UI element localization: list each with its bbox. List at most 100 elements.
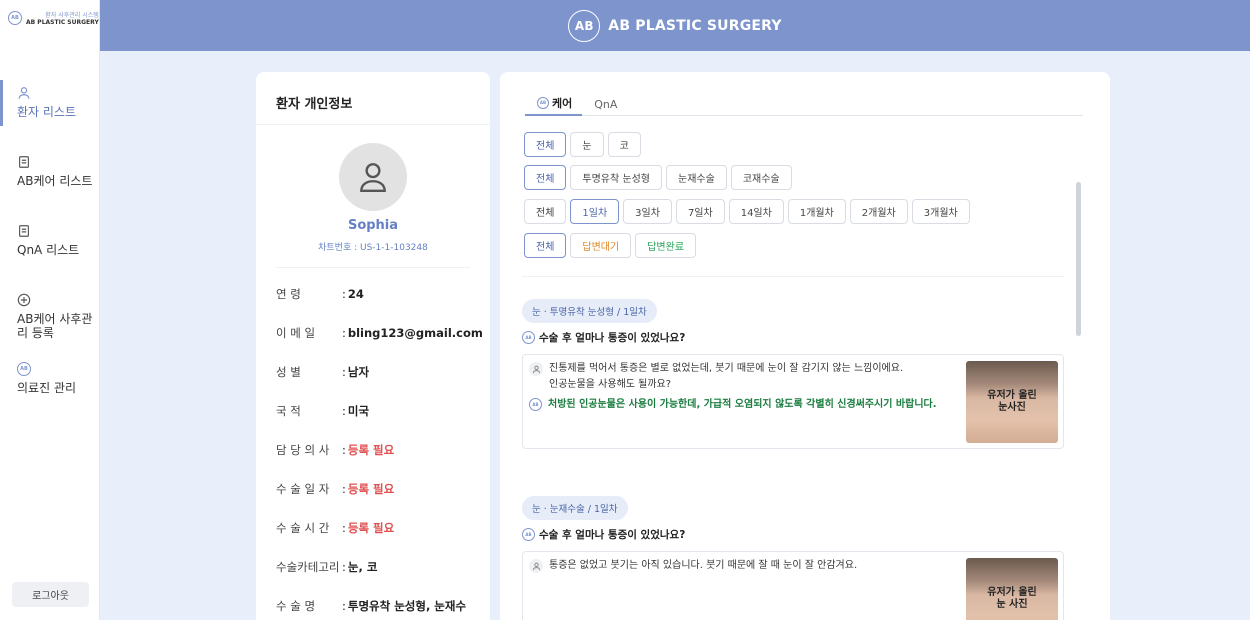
plus-circle-icon bbox=[17, 293, 31, 307]
qa-tag: 눈 · 눈재수술 / 1일차 bbox=[522, 496, 628, 520]
photo-caption: 유저가 올린 눈사진 bbox=[987, 390, 1037, 413]
tab-qna[interactable]: QnA bbox=[582, 92, 627, 116]
info-label: 수술카테고리 bbox=[276, 560, 340, 574]
qa-question: AB 수술 후 얼마나 통증이 있었나요? bbox=[522, 527, 685, 542]
filter-chip[interactable]: 코 bbox=[607, 132, 641, 157]
header-brand[interactable]: AB AB PLASTIC SURGERY bbox=[568, 9, 782, 42]
info-row: 성 별: 남자 bbox=[276, 365, 370, 379]
filter-chip[interactable]: 눈 bbox=[570, 132, 604, 157]
sidebar-brand-name: AB PLASTIC SURGERY bbox=[26, 19, 99, 26]
top-header: AB AB PLASTIC SURGERY bbox=[100, 0, 1250, 51]
filter-chip[interactable]: 3일차 bbox=[623, 199, 672, 224]
info-value: 남자 bbox=[347, 365, 370, 379]
sidebar-item-qna-list[interactable]: QnA 리스트 bbox=[0, 218, 100, 287]
sidebar-item-label: 의료진 관리 bbox=[17, 381, 77, 395]
sidebar-item-label: AB케어 사후관리 등록 bbox=[17, 312, 93, 340]
info-label: 수 술 명 bbox=[276, 599, 316, 613]
filter-chip-done[interactable]: 답변완료 bbox=[635, 233, 697, 258]
info-label: 국 적 bbox=[276, 404, 301, 418]
document-icon bbox=[19, 156, 29, 168]
care-card: AB 케어 QnA 전체 눈 코 전체 투명유착 눈성형 눈재수술 코재수술 전… bbox=[500, 72, 1110, 620]
qa-tag: 눈 · 투명유착 눈성형 / 1일차 bbox=[522, 299, 657, 323]
info-label: 수 술 시 간 bbox=[276, 521, 330, 535]
info-label: 성 별 bbox=[276, 365, 301, 379]
uploaded-eye-photo[interactable]: 유저가 올린 눈 사진 bbox=[966, 558, 1058, 620]
tab-bar: AB 케어 QnA bbox=[525, 92, 1083, 116]
info-row: 수 술 시 간: 등록 필요 bbox=[276, 520, 395, 536]
qa-question: AB 수술 후 얼마나 통증이 있었나요? bbox=[522, 330, 685, 345]
filter-surgery: 전체 투명유착 눈성형 눈재수술 코재수술 bbox=[524, 165, 792, 190]
filter-chip[interactable]: 전체 bbox=[524, 233, 567, 258]
patient-name: Sophia bbox=[347, 218, 399, 233]
qa-question-text: 수술 후 얼마나 통증이 있었나요? bbox=[539, 529, 686, 541]
filter-chip[interactable]: 2개월차 bbox=[849, 199, 908, 224]
qa-user-line: 진통제를 먹어서 통증은 별로 없었는데, 붓기 때문에 눈이 잘 감기지 않는… bbox=[529, 361, 903, 393]
user-icon bbox=[529, 559, 543, 573]
info-row: 수 술 일 자: 등록 필요 bbox=[276, 481, 395, 497]
filter-chip[interactable]: 3개월차 bbox=[911, 199, 970, 224]
qa-box[interactable]: 진통제를 먹어서 통증은 별로 없었는데, 붓기 때문에 눈이 잘 감기지 않는… bbox=[522, 354, 1064, 449]
filter-chip[interactable]: 코재수술 bbox=[730, 165, 792, 190]
uploaded-eye-photo[interactable]: 유저가 올린 눈사진 bbox=[966, 361, 1058, 443]
sidebar-item-staff[interactable]: AB 의료진 관리 bbox=[0, 356, 100, 425]
qa-user-text: 진통제를 먹어서 통증은 별로 없었는데, 붓기 때문에 눈이 잘 감기지 않는… bbox=[549, 363, 904, 390]
filter-chip-wait[interactable]: 답변대기 bbox=[570, 233, 632, 258]
info-row: 이 메 일: bling123@gmail.com bbox=[276, 326, 483, 340]
info-row: 수 술 명: 투명유착 눈성형, 눈재수 bbox=[276, 599, 467, 613]
sidebar-item-patient-list[interactable]: 환자 리스트 bbox=[0, 80, 100, 149]
filter-chip[interactable]: 전체 bbox=[524, 165, 567, 190]
ab-logo-icon: AB bbox=[537, 97, 549, 109]
logout-button[interactable]: 로그아웃 bbox=[12, 582, 89, 607]
photo-caption: 유저가 올린 눈 사진 bbox=[987, 587, 1037, 610]
info-value: 눈, 코 bbox=[347, 560, 378, 574]
tab-care[interactable]: AB 케어 bbox=[525, 92, 583, 116]
qa-answer-line: AB 처방된 인공눈물은 사용이 가능한데, 가급적 오염되지 않도록 각별히 … bbox=[529, 397, 937, 413]
info-label: 이 메 일 bbox=[276, 326, 316, 340]
sidebar-item-label: QnA 리스트 bbox=[17, 243, 80, 257]
tab-label: QnA bbox=[594, 97, 618, 111]
qa-question-text: 수술 후 얼마나 통증이 있었나요? bbox=[539, 332, 686, 344]
filter-chip[interactable]: 전체 bbox=[524, 199, 567, 224]
sidebar-item-abcare-list[interactable]: AB케어 리스트 bbox=[0, 149, 100, 218]
divider bbox=[276, 267, 470, 268]
ab-logo-icon: AB bbox=[17, 362, 31, 376]
sidebar-brand[interactable]: AB 환자 사후관리 시스템 AB PLASTIC SURGERY bbox=[0, 0, 99, 26]
ab-logo-icon: AB bbox=[522, 528, 535, 541]
scrollbar[interactable] bbox=[1076, 182, 1081, 336]
info-value-need[interactable]: 등록 필요 bbox=[348, 520, 394, 536]
patient-info-card: 환자 개인정보 Sophia 차트번호 : US-1-1-103248 연 령:… bbox=[256, 72, 490, 620]
filter-chip[interactable]: 7일차 bbox=[675, 199, 725, 224]
info-label: 연 령 bbox=[276, 287, 301, 301]
sidebar-item-label: 환자 리스트 bbox=[17, 105, 77, 119]
filter-chip[interactable]: 투명유착 눈성형 bbox=[570, 165, 662, 190]
filter-chip[interactable]: 14일차 bbox=[728, 199, 784, 224]
info-value: 투명유착 눈성형, 눈재수 bbox=[347, 599, 467, 613]
qa-answer-text: 처방된 인공눈물은 사용이 가능한데, 가급적 오염되지 않도록 각별히 신경써… bbox=[548, 399, 937, 410]
header-title: AB PLASTIC SURGERY bbox=[608, 17, 782, 34]
document-icon bbox=[19, 225, 29, 237]
person-icon bbox=[18, 87, 30, 99]
info-value-need[interactable]: 등록 필요 bbox=[348, 442, 394, 458]
filter-period: 전체 1일차 3일차 7일차 14일차 1개월차 2개월차 3개월차 bbox=[524, 199, 970, 224]
card-title: 환자 개인정보 bbox=[256, 72, 490, 125]
sidebar-item-abcare-register[interactable]: AB케어 사후관리 등록 bbox=[0, 287, 100, 356]
info-row: 수술카테고리: 눈, 코 bbox=[276, 560, 378, 574]
info-label: 담 당 의 사 bbox=[276, 443, 330, 457]
info-value: 미국 bbox=[347, 404, 370, 418]
divider bbox=[522, 276, 1064, 277]
filter-chip[interactable]: 눈재수술 bbox=[666, 165, 727, 190]
ab-logo-icon: AB bbox=[568, 9, 601, 42]
qa-user-text: 통증은 없었고 붓기는 아직 있습니다. 붓기 때문에 잘 때 눈이 잘 안감겨… bbox=[549, 560, 858, 571]
chart-number: 차트번호 : US-1-1-103248 bbox=[318, 243, 428, 253]
person-icon bbox=[360, 163, 386, 192]
tab-label: 케어 bbox=[552, 97, 573, 110]
sidebar-nav: 환자 리스트 AB케어 리스트 QnA 리스트 AB케어 사후관리 등록 AB … bbox=[0, 80, 100, 425]
qa-box[interactable]: 통증은 없었고 붓기는 아직 있습니다. 붓기 때문에 잘 때 눈이 잘 안감겨… bbox=[522, 551, 1064, 620]
filter-status: 전체 답변대기 답변완료 bbox=[524, 233, 697, 258]
filter-chip[interactable]: 1일차 bbox=[570, 199, 620, 224]
sidebar-brand-sub: 환자 사후관리 시스템 bbox=[45, 12, 99, 19]
info-value-need[interactable]: 등록 필요 bbox=[348, 481, 394, 497]
filter-chip[interactable]: 전체 bbox=[524, 132, 567, 157]
filter-chip[interactable]: 1개월차 bbox=[787, 199, 846, 224]
sidebar: AB 환자 사후관리 시스템 AB PLASTIC SURGERY 환자 리스트… bbox=[0, 0, 100, 620]
